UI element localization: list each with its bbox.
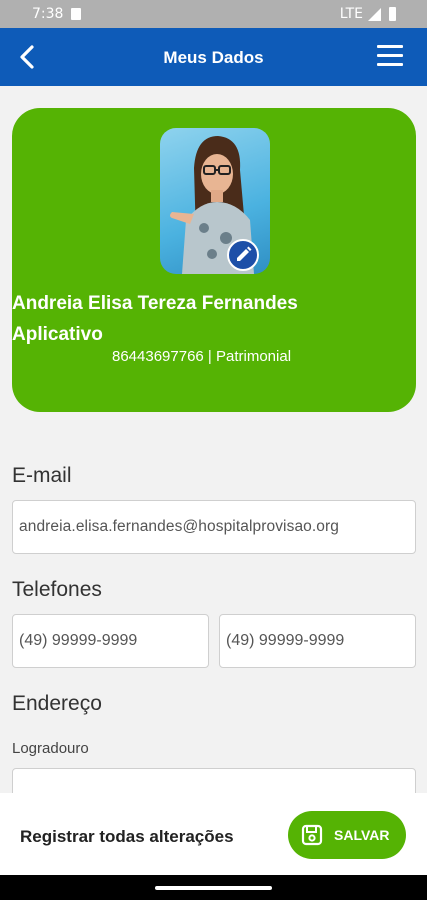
status-time: 7:38 <box>32 6 64 22</box>
screen: 7:38 LTE Meus Dados Andreia Elisa Tereza… <box>0 0 427 900</box>
profile-card: Andreia Elisa Tereza Fernandes Aplicativ… <box>12 108 416 412</box>
email-label: E-mail <box>12 464 72 487</box>
street-label: Logradouro <box>12 740 89 757</box>
save-icon <box>301 824 323 846</box>
page-title: Meus Dados <box>163 48 264 67</box>
signal-icon <box>368 8 381 21</box>
menu-icon <box>377 45 403 48</box>
phones-label: Telefones <box>12 578 102 601</box>
app-bar: Meus Dados <box>0 28 427 86</box>
pencil-icon <box>237 246 252 261</box>
system-nav-bar <box>0 875 427 900</box>
status-bar: 7:38 LTE <box>0 0 427 28</box>
phone-1-field[interactable]: (49) 99999-9999 <box>12 614 209 668</box>
battery-icon <box>389 7 396 21</box>
bottom-action-bar: Registrar todas alterações SALVAR <box>0 793 427 875</box>
profile-subtitle: 86443697766 | Patrimonial <box>112 348 292 365</box>
phone-2-field[interactable]: (49) 99999-9999 <box>219 614 416 668</box>
edit-photo-button[interactable] <box>227 239 259 271</box>
email-field[interactable]: andreia.elisa.fernandes@hospitalprovisao… <box>12 500 416 554</box>
save-label: SALVAR <box>334 827 390 843</box>
menu-button[interactable] <box>377 45 403 67</box>
network-type: LTE <box>339 6 363 22</box>
register-changes-label: Registrar todas alterações <box>20 827 234 846</box>
home-gesture-handle[interactable] <box>155 886 272 890</box>
profile-name: Andreia Elisa Tereza Fernandes Aplicativ… <box>12 293 298 345</box>
address-label: Endereço <box>12 692 102 715</box>
save-button[interactable]: SALVAR <box>288 811 406 859</box>
sd-card-icon <box>71 8 81 20</box>
